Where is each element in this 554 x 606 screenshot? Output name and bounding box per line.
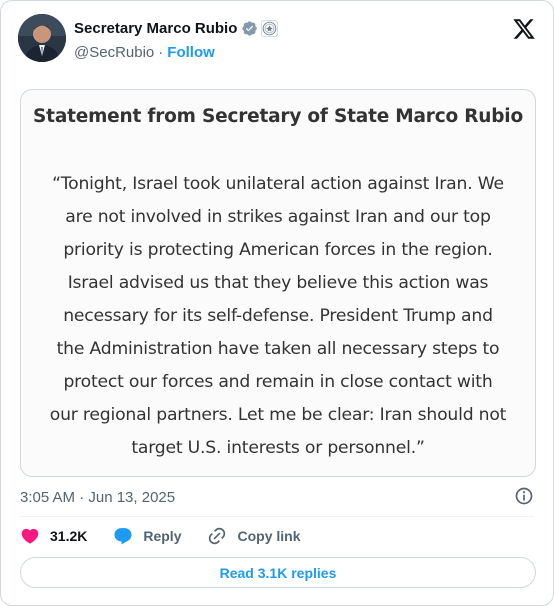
author-name[interactable]: Secretary Marco Rubio — [74, 20, 237, 37]
action-bar: 31.2K Reply Copy link — [20, 525, 301, 547]
verified-badge-icon — [241, 20, 258, 37]
handle-separator: · — [158, 43, 164, 61]
info-icon[interactable] — [514, 486, 534, 506]
post-card: Secretary Marco Rubio @SecRubio · Follow… — [0, 0, 554, 606]
statement-image[interactable]: Statement from Secretary of State Marco … — [20, 89, 536, 477]
like-button[interactable]: 31.2K — [20, 526, 87, 546]
statement-body: “Tonight, Israel took unilateral action … — [49, 174, 507, 458]
reply-label: Reply — [143, 528, 182, 544]
state-department-seal-icon — [261, 19, 279, 37]
author-handle[interactable]: @SecRubio — [74, 44, 154, 61]
divider — [20, 516, 534, 517]
x-logo-icon[interactable] — [512, 17, 536, 41]
avatar-image — [18, 14, 66, 62]
heart-icon — [21, 528, 39, 544]
link-icon — [209, 527, 226, 545]
copy-link-button[interactable]: Copy link — [207, 526, 301, 546]
avatar[interactable] — [18, 14, 66, 62]
reply-bubble-icon — [114, 528, 132, 545]
post-timestamp[interactable]: 3:05 AM · Jun 13, 2025 — [20, 487, 175, 507]
copy-link-label: Copy link — [237, 528, 301, 544]
statement-title: Statement from Secretary of State Marco … — [33, 106, 523, 127]
like-count: 31.2K — [50, 528, 88, 544]
read-replies-button[interactable]: Read 3.1K replies — [20, 557, 536, 588]
author-name-row: Secretary Marco Rubio — [74, 18, 279, 38]
reply-button[interactable]: Reply — [113, 526, 181, 546]
follow-button[interactable]: Follow — [167, 44, 215, 61]
author-handle-row: @SecRubio · Follow — [74, 42, 215, 62]
